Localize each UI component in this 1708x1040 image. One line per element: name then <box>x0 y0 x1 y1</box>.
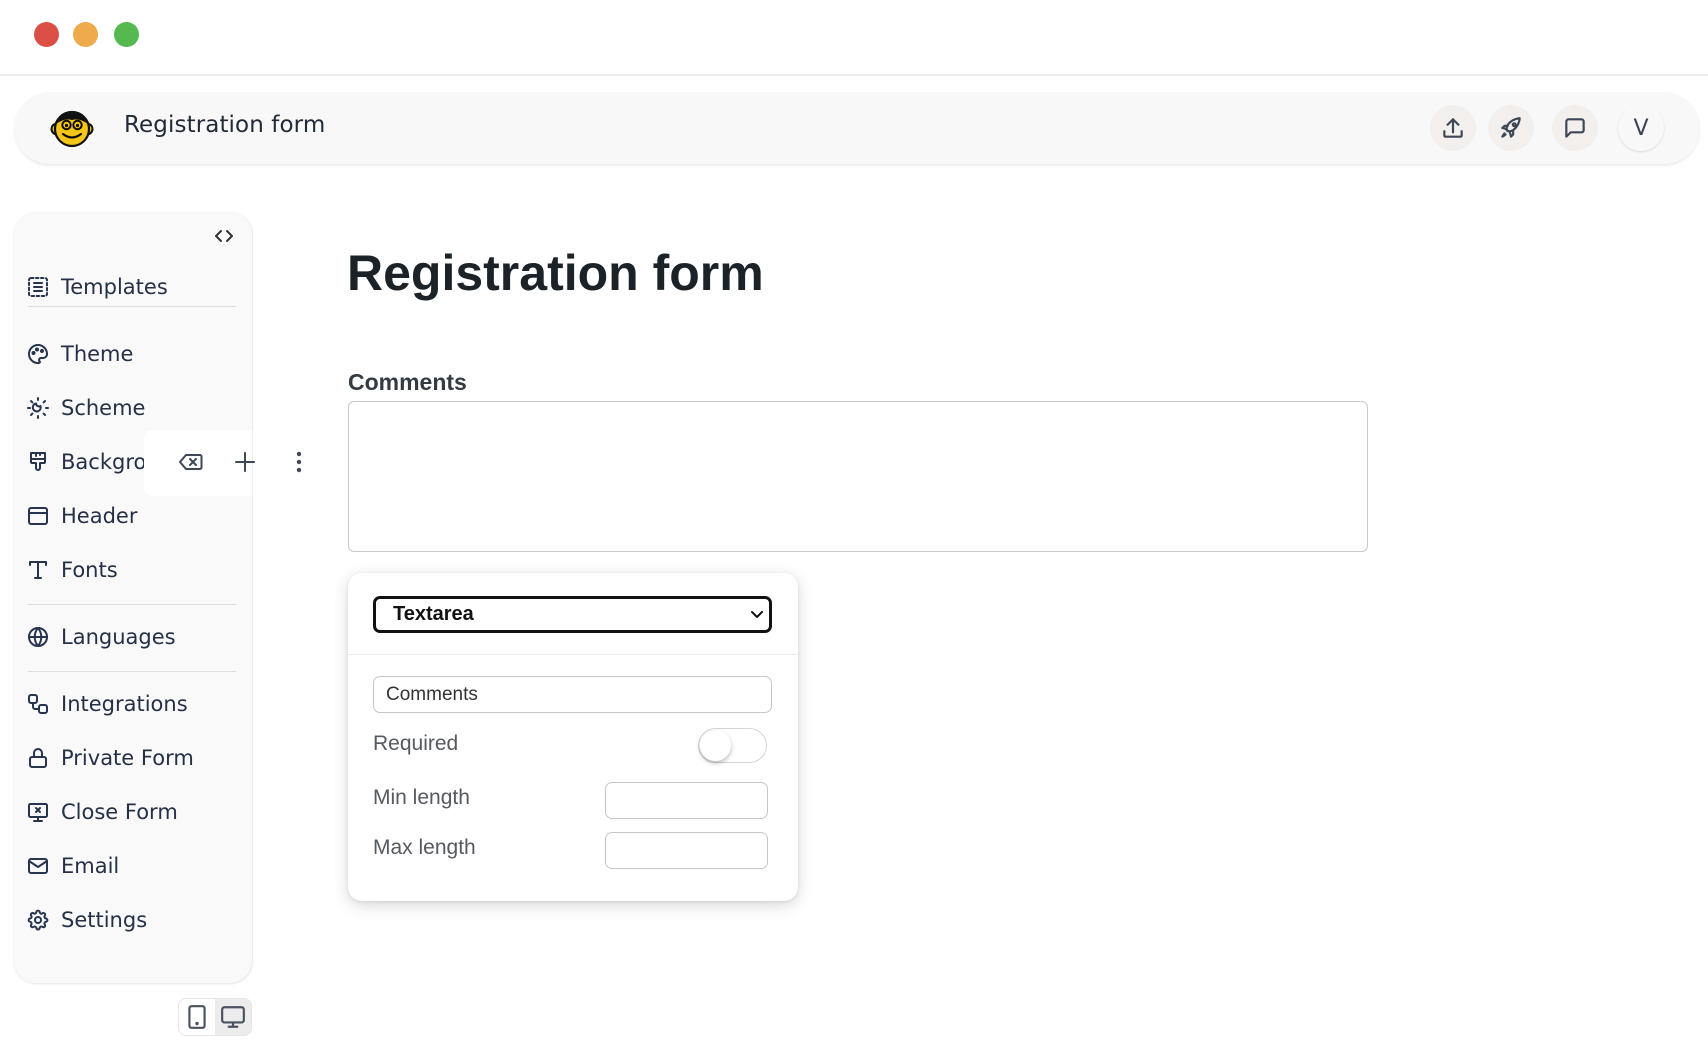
backspace-icon <box>179 454 203 470</box>
sidebar-item-label: Fonts <box>61 558 118 582</box>
comments-textarea[interactable] <box>348 401 1368 552</box>
desktop-view-button[interactable] <box>215 999 251 1035</box>
palette-icon <box>28 344 48 365</box>
window-close-button[interactable] <box>34 22 59 47</box>
sidebar-item-fonts[interactable]: Fonts <box>26 550 236 590</box>
code-brackets-icon <box>215 230 233 242</box>
tablet-icon <box>188 1005 206 1029</box>
window-maximize-button[interactable] <box>114 22 139 47</box>
upload-button[interactable] <box>1430 105 1476 151</box>
chevron-down-icon <box>751 611 763 618</box>
min-length-label: Min length <box>373 786 470 809</box>
sidebar-item-label: Integrations <box>61 692 188 716</box>
app-header: Registration form V <box>14 92 1700 164</box>
field-type-value: Textarea <box>393 603 474 625</box>
layout-header-icon <box>28 507 48 525</box>
user-avatar[interactable]: V <box>1618 105 1664 151</box>
required-toggle[interactable] <box>698 728 767 763</box>
max-length-label: Max length <box>373 836 476 859</box>
sidebar-divider <box>28 604 236 605</box>
sidebar-item-label: Templates <box>61 275 168 299</box>
sidebar-item-settings[interactable]: Settings <box>26 900 236 940</box>
sidebar-divider <box>28 306 236 307</box>
sidebar-item-label: Scheme <box>61 396 146 420</box>
window-minimize-button[interactable] <box>73 22 98 47</box>
form-title[interactable]: Registration form <box>347 244 764 302</box>
publish-button[interactable] <box>1488 105 1534 151</box>
sidebar-item-email[interactable]: Email <box>26 846 236 886</box>
desktop-icon <box>221 1006 245 1028</box>
comments-button[interactable] <box>1552 105 1598 151</box>
sun-moon-icon <box>27 397 49 419</box>
field-type-select[interactable]: Textarea <box>373 596 772 633</box>
mail-icon <box>28 858 48 874</box>
sidebar-item-scheme[interactable]: Scheme <box>26 388 236 428</box>
upload-icon <box>1443 118 1463 138</box>
sidebar-item-close-form[interactable]: Close Form <box>26 792 236 832</box>
plus-icon <box>235 452 255 472</box>
mobile-view-button[interactable] <box>179 999 215 1035</box>
sidebar-item-label: Close Form <box>61 800 178 824</box>
more-vertical-icon <box>296 451 302 473</box>
sidebar-item-private-form[interactable]: Private Form <box>26 738 236 778</box>
sidebar-item-label: Languages <box>61 625 176 649</box>
sidebar-item-theme[interactable]: Theme <box>26 334 236 374</box>
avatar-initial: V <box>1633 115 1649 141</box>
min-length-input[interactable] <box>605 782 768 819</box>
globe-icon <box>28 627 48 647</box>
monkey-face-icon[interactable] <box>50 106 94 150</box>
collapse-sidebar-button[interactable] <box>212 226 236 246</box>
template-list-icon <box>28 277 48 297</box>
sidebar-item-label: Settings <box>61 908 148 932</box>
sidebar-item-label: Email <box>61 854 120 878</box>
popup-divider <box>348 654 798 655</box>
sidebar-item-label: Theme <box>61 342 134 366</box>
sidebar-divider <box>28 671 236 672</box>
required-label: Required <box>373 732 459 755</box>
sidebar-item-integrations[interactable]: Integrations <box>26 684 236 724</box>
typography-icon <box>29 561 47 579</box>
toggle-knob <box>700 730 731 761</box>
sidebar: Templates Theme Scheme Backgro Header Fo… <box>14 212 252 983</box>
gear-icon <box>27 909 49 931</box>
max-length-input[interactable] <box>605 832 768 869</box>
field-editor-popup: Textarea Comments Required Min length Ma… <box>348 573 798 901</box>
sidebar-item-label: Header <box>61 504 138 528</box>
more-options-button[interactable] <box>283 446 315 478</box>
rocket-icon <box>1501 117 1521 138</box>
sidebar-item-label: Private Form <box>61 746 194 770</box>
app-title: Registration form <box>124 112 326 138</box>
field-label[interactable]: Comments <box>348 369 467 396</box>
lock-icon <box>29 748 47 768</box>
sidebar-item-label: Backgro <box>61 450 147 474</box>
delete-field-button[interactable] <box>175 446 207 478</box>
paint-brush-icon <box>30 452 46 471</box>
chat-bubble-icon <box>1565 118 1585 138</box>
field-label-input[interactable]: Comments <box>373 676 772 713</box>
device-toggle <box>178 998 252 1036</box>
window-titlebar <box>0 0 1708 76</box>
sidebar-item-header[interactable]: Header <box>26 496 236 536</box>
sidebar-item-templates[interactable]: Templates <box>26 267 236 307</box>
sidebar-item-languages[interactable]: Languages <box>26 617 236 657</box>
add-field-button[interactable] <box>229 446 261 478</box>
close-form-icon <box>28 803 48 822</box>
integrations-icon <box>28 694 48 714</box>
